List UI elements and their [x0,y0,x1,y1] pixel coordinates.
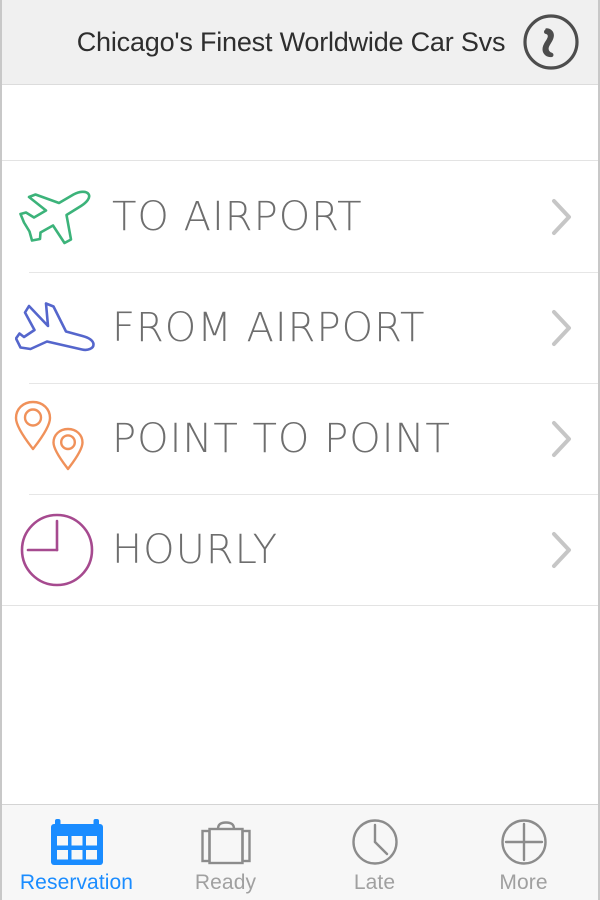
map-pins-icon [2,383,112,494]
chevron-right-icon [526,529,598,571]
chevron-right-icon [526,418,598,460]
service-label: TO AIRPORT [112,193,363,240]
plus-circle-icon [496,814,552,870]
empty-content-area [2,606,598,804]
service-label: FROM AIRPORT [112,304,426,351]
tab-label: Late [353,871,396,894]
tab-label: More [499,871,548,894]
clock-icon [347,814,403,870]
airplane-landing-icon [2,272,112,383]
service-row-from-airport[interactable]: FROM AIRPORT [2,272,598,383]
chevron-right-icon [526,307,598,349]
page-title: Chicago's Finest Worldwide Car Svs [76,26,506,57]
service-label: POINT TO POINT [112,415,451,462]
tab-label: Reservation [19,871,134,894]
briefcase-icon [198,814,254,870]
calendar-icon [49,814,105,870]
tab-late[interactable]: Late [300,805,449,900]
tab-bar: Reservation Ready Late More [2,804,598,900]
phone-icon[interactable] [520,11,582,73]
service-label: HOURLY [112,526,279,573]
service-row-point-to-point[interactable]: POINT TO POINT [2,383,598,494]
tab-more[interactable]: More [449,805,598,900]
navigation-bar: Chicago's Finest Worldwide Car Svs [2,0,598,85]
service-row-to-airport[interactable]: TO AIRPORT [2,161,598,272]
chevron-right-icon [526,196,598,238]
tab-ready[interactable]: Ready [151,805,300,900]
service-list: TO AIRPORT FROM AIRPORT POINT TO POINT H… [2,161,598,606]
content-spacer [2,85,598,161]
app-screen: Chicago's Finest Worldwide Car Svs TO AI… [0,0,600,900]
airplane-takeoff-icon [2,161,112,272]
tab-reservation[interactable]: Reservation [2,805,151,900]
tab-label: Ready [194,871,257,894]
clock-icon [2,494,112,605]
service-row-hourly[interactable]: HOURLY [2,494,598,605]
